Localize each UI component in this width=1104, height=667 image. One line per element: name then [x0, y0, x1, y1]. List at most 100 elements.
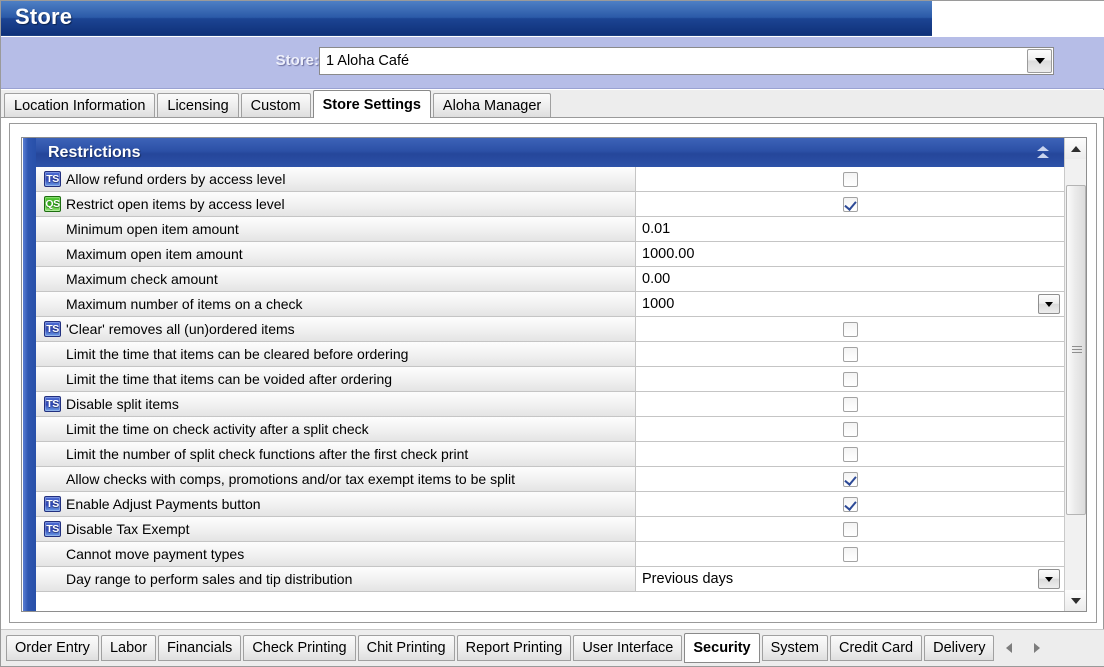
setting-checkbox[interactable]	[842, 521, 858, 537]
bottom-tab-chit-printing[interactable]: Chit Printing	[357, 635, 455, 661]
settings-row[interactable]: Limit the time on check activity after a…	[36, 417, 1064, 442]
setting-checkbox[interactable]	[842, 471, 858, 487]
ts-badge-icon: TS	[44, 171, 61, 187]
setting-value-cell[interactable]	[636, 417, 1064, 441]
setting-checkbox[interactable]	[842, 496, 858, 512]
setting-value-cell[interactable]: 1000.00	[636, 242, 1064, 266]
bottom-tab-credit-card[interactable]: Credit Card	[829, 635, 923, 661]
ts-badge-icon: TS	[44, 396, 61, 412]
bottom-tab-check-printing[interactable]: Check Printing	[243, 635, 356, 661]
top-tab-label: Location Information	[14, 97, 146, 114]
scrollbar-thumb[interactable]	[1066, 185, 1086, 515]
settings-row[interactable]: Limit the time that items can be cleared…	[36, 342, 1064, 367]
bottom-tab-label: Credit Card	[838, 640, 914, 656]
settings-row[interactable]: TS Disable Tax Exempt	[36, 517, 1064, 542]
setting-value-cell[interactable]: 0.00	[636, 267, 1064, 291]
settings-row[interactable]: Limit the time that items can be voided …	[36, 367, 1064, 392]
setting-value-cell[interactable]	[636, 442, 1064, 466]
settings-row[interactable]: QS Restrict open items by access level	[36, 192, 1064, 217]
setting-value-cell[interactable]	[636, 542, 1064, 566]
setting-checkbox[interactable]	[842, 446, 858, 462]
settings-row[interactable]: Cannot move payment types	[36, 542, 1064, 567]
setting-value-cell[interactable]	[636, 317, 1064, 341]
settings-row[interactable]: Day range to perform sales and tip distr…	[36, 567, 1064, 592]
setting-label-cell: Limit the time that items can be cleared…	[36, 342, 636, 366]
top-tab-aloha-manager[interactable]: Aloha Manager	[432, 93, 552, 117]
setting-checkbox[interactable]	[842, 546, 858, 562]
chevron-down-icon	[1045, 301, 1053, 307]
section-title: Restrictions	[48, 143, 141, 161]
setting-value-cell[interactable]	[636, 492, 1064, 516]
settings-row[interactable]: Limit the number of split check function…	[36, 442, 1064, 467]
setting-checkbox[interactable]	[842, 346, 858, 362]
store-combobox[interactable]: 1 Aloha Café	[319, 47, 1054, 75]
settings-row[interactable]: Maximum open item amount 1000.00	[36, 242, 1064, 267]
bottom-tab-delivery[interactable]: Delivery	[924, 635, 995, 661]
section-header-restrictions[interactable]: Restrictions	[36, 138, 1064, 167]
setting-label-text: Disable split items	[66, 396, 179, 412]
setting-label-text: Allow refund orders by access level	[66, 171, 286, 187]
bottom-tab-labor[interactable]: Labor	[100, 635, 157, 661]
scroll-down-button[interactable]	[1065, 590, 1086, 611]
bottom-tab-system[interactable]: System	[761, 635, 828, 661]
setting-value-text: 1000.00	[642, 246, 695, 262]
bottom-tab-label: Delivery	[933, 640, 986, 656]
setting-checkbox[interactable]	[842, 421, 858, 437]
setting-value-cell[interactable]	[636, 517, 1064, 541]
setting-checkbox[interactable]	[842, 321, 858, 337]
setting-value-cell[interactable]	[636, 367, 1064, 391]
setting-dropdown-button[interactable]	[1038, 569, 1060, 589]
store-settings-window: Store Store: 1 Aloha Café Location Infor…	[0, 0, 1104, 667]
setting-value-cell[interactable]	[636, 392, 1064, 416]
bottom-tab-report-printing[interactable]: Report Printing	[456, 635, 572, 661]
settings-row[interactable]: TS Disable split items	[36, 392, 1064, 417]
top-tab-location-information[interactable]: Location Information	[4, 93, 156, 117]
bottom-tab-order-entry[interactable]: Order Entry	[6, 635, 99, 661]
setting-checkbox[interactable]	[842, 396, 858, 412]
settings-row[interactable]: Allow checks with comps, promotions and/…	[36, 467, 1064, 492]
bottom-tab-label: Check Printing	[252, 640, 347, 656]
settings-row[interactable]: TS Enable Adjust Payments button	[36, 492, 1064, 517]
setting-label-text: Day range to perform sales and tip distr…	[66, 571, 353, 587]
setting-label-cell: TS Disable Tax Exempt	[36, 517, 636, 541]
setting-value-cell[interactable]	[636, 192, 1064, 216]
setting-label-text: Allow checks with comps, promotions and/…	[66, 471, 515, 487]
settings-row[interactable]: Maximum check amount 0.00	[36, 267, 1064, 292]
top-tab-store-settings[interactable]: Store Settings	[312, 90, 431, 118]
setting-label-text: Limit the time on check activity after a…	[66, 421, 369, 437]
setting-value-cell[interactable]	[636, 167, 1064, 191]
bottom-tab-financials[interactable]: Financials	[158, 635, 242, 661]
setting-value-cell[interactable]: Previous days	[636, 567, 1064, 591]
setting-label-text: Cannot move payment types	[66, 546, 245, 562]
setting-value-cell[interactable]	[636, 342, 1064, 366]
settings-row[interactable]: TS Allow refund orders by access level	[36, 167, 1064, 192]
bottom-tab-user-interface[interactable]: User Interface	[573, 635, 683, 661]
setting-checkbox[interactable]	[842, 196, 858, 212]
setting-label-cell: TS Disable split items	[36, 392, 636, 416]
setting-checkbox[interactable]	[842, 171, 858, 187]
scroll-up-button[interactable]	[1065, 138, 1086, 159]
setting-label-cell: Allow checks with comps, promotions and/…	[36, 467, 636, 491]
vertical-scrollbar[interactable]	[1064, 138, 1086, 611]
top-tab-custom[interactable]: Custom	[240, 93, 311, 117]
double-chevron-up-icon[interactable]	[1032, 141, 1054, 163]
bottom-tab-label: System	[770, 640, 819, 656]
store-combobox-dropdown-button[interactable]	[1027, 49, 1052, 73]
tab-scroll-left-button[interactable]	[1002, 640, 1016, 656]
setting-value-text: 0.01	[642, 221, 671, 237]
settings-row[interactable]: TS 'Clear' removes all (un)ordered items	[36, 317, 1064, 342]
tab-scroll-right-button[interactable]	[1030, 640, 1044, 656]
top-tab-licensing[interactable]: Licensing	[157, 93, 239, 117]
settings-row[interactable]: Minimum open item amount 0.01	[36, 217, 1064, 242]
setting-value-text: 0.00	[642, 271, 671, 287]
setting-value-cell[interactable]: 0.01	[636, 217, 1064, 241]
setting-value-cell[interactable]	[636, 467, 1064, 491]
setting-label-text: Enable Adjust Payments button	[66, 496, 261, 512]
settings-row[interactable]: Maximum number of items on a check 1000	[36, 292, 1064, 317]
bottom-tab-label: User Interface	[582, 640, 674, 656]
bottom-tab-security[interactable]: Security	[684, 633, 760, 663]
setting-dropdown-button[interactable]	[1038, 294, 1060, 314]
setting-value-cell[interactable]: 1000	[636, 292, 1064, 316]
ts-badge-icon: TS	[44, 321, 61, 337]
setting-checkbox[interactable]	[842, 371, 858, 387]
